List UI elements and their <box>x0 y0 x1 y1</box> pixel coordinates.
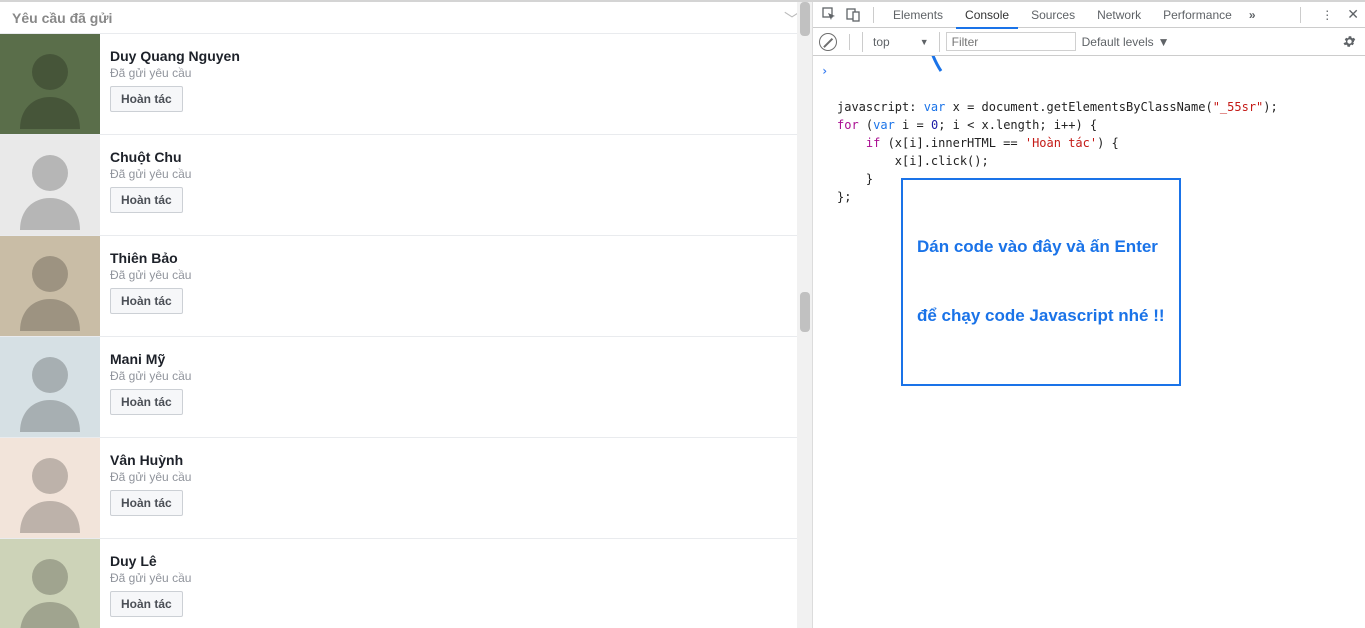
page-inner: Yêu cầu đã gửi ﹀ Duy Quang Nguyen Đã gửi … <box>0 2 812 628</box>
log-levels-label: Default levels <box>1082 35 1154 49</box>
friend-info: Duy Lê Đã gửi yêu cầu Hoàn tác <box>100 539 201 627</box>
friend-request-item: Vân Huỳnh Đã gửi yêu cầu Hoàn tác <box>0 438 812 539</box>
friend-name[interactable]: Vân Huỳnh <box>110 452 191 468</box>
friend-name[interactable]: Thiên Bảo <box>110 250 191 266</box>
page-scrollbar-thumb[interactable] <box>800 292 810 332</box>
code-token: var <box>873 118 895 132</box>
instruction-annotation: Dán code vào đây và ấn Enter để chạy cod… <box>901 178 1181 386</box>
friend-request-list: Duy Quang NguyenĐã gửi yêu cầuHoàn tácCh… <box>0 34 812 628</box>
avatar[interactable] <box>0 337 100 437</box>
devtools-tabbar: Elements Console Sources Network Perform… <box>813 2 1365 28</box>
code-token: x = document.getElementsByClassName( <box>945 100 1212 114</box>
code-token: var <box>924 100 946 114</box>
friend-name[interactable]: Chuột Chu <box>110 149 191 165</box>
clear-console-icon[interactable] <box>819 33 837 51</box>
dropdown-triangle-icon: ▼ <box>920 37 929 47</box>
friend-name[interactable]: Mani Mỹ <box>110 351 191 367</box>
code-token: x[i].click(); <box>837 154 989 168</box>
console-prompt-icon: › <box>821 62 828 80</box>
code-token: ) { <box>1097 136 1119 150</box>
tab-elements[interactable]: Elements <box>884 2 952 28</box>
avatar[interactable] <box>0 34 100 134</box>
friend-request-item: Chuột Chu Đã gửi yêu cầu Hoàn tác <box>0 135 812 236</box>
undo-button[interactable]: Hoàn tác <box>110 86 183 112</box>
friend-request-item: Thiên Bảo Đã gửi yêu cầu Hoàn tác <box>0 236 812 337</box>
tab-sources[interactable]: Sources <box>1022 2 1084 28</box>
code-token: ); <box>1263 100 1277 114</box>
code-token: (x[i].innerHTML == <box>880 136 1025 150</box>
friend-request-item: Duy Quang Nguyen Đã gửi yêu cầu Hoàn tác <box>0 34 812 135</box>
devtools-panel: Elements Console Sources Network Perform… <box>813 2 1365 628</box>
friend-info: Chuột Chu Đã gửi yêu cầu Hoàn tác <box>100 135 201 223</box>
web-page: Yêu cầu đã gửi ﹀ Duy Quang Nguyen Đã gửi … <box>0 2 813 628</box>
code-token: javascript: <box>837 100 924 114</box>
tab-performance[interactable]: Performance <box>1154 2 1241 28</box>
undo-button[interactable]: Hoàn tác <box>110 490 183 516</box>
annotation-line: Dán code vào đây và ấn Enter <box>917 236 1165 259</box>
undo-button[interactable]: Hoàn tác <box>110 187 183 213</box>
code-token: 'Hoàn tác' <box>1025 136 1097 150</box>
kebab-menu-icon[interactable]: ⋮ <box>1317 5 1337 25</box>
inspect-element-icon[interactable] <box>819 5 839 25</box>
annotation-line: để chạy code Javascript nhé !! <box>917 305 1165 328</box>
undo-button[interactable]: Hoàn tác <box>110 591 183 617</box>
code-token: ( <box>859 118 873 132</box>
request-status: Đã gửi yêu cầu <box>110 167 191 181</box>
separator <box>873 7 874 23</box>
panel-title: Yêu cầu đã gửi <box>12 10 784 26</box>
friend-name[interactable]: Duy Quang Nguyen <box>110 48 240 64</box>
separator <box>849 34 850 50</box>
request-status: Đã gửi yêu cầu <box>110 571 191 585</box>
code-token: if <box>837 136 880 150</box>
request-status: Đã gửi yêu cầu <box>110 268 191 282</box>
console-filter-input[interactable] <box>946 32 1076 51</box>
avatar[interactable] <box>0 438 100 538</box>
gear-icon[interactable] <box>1339 32 1359 52</box>
separator <box>1300 7 1301 23</box>
friend-request-item: Duy Lê Đã gửi yêu cầu Hoàn tác <box>0 539 812 628</box>
code-token: ; i < x.length; i++) { <box>938 118 1097 132</box>
dropdown-triangle-icon: ▼ <box>1158 35 1170 49</box>
undo-button[interactable]: Hoàn tác <box>110 288 183 314</box>
friend-request-item: Mani Mỹ Đã gửi yêu cầu Hoàn tác <box>0 337 812 438</box>
code-token: }; <box>837 190 851 204</box>
device-toolbar-icon[interactable] <box>843 5 863 25</box>
close-icon[interactable]: ✕ <box>1347 6 1359 23</box>
avatar[interactable] <box>0 236 100 336</box>
context-selector[interactable]: top ▼ <box>862 32 940 52</box>
panel-header[interactable]: Yêu cầu đã gửi ﹀ <box>0 2 812 34</box>
annotation-arrow <box>911 56 951 76</box>
undo-button[interactable]: Hoàn tác <box>110 389 183 415</box>
avatar[interactable] <box>0 539 100 628</box>
tab-network[interactable]: Network <box>1088 2 1150 28</box>
code-token: "_55sr" <box>1213 100 1264 114</box>
code-token: for <box>837 118 859 132</box>
console-toolbar: top ▼ Default levels ▼ <box>813 28 1365 56</box>
console-body[interactable]: › javascript: var x = document.getElemen… <box>813 56 1365 628</box>
request-status: Đã gửi yêu cầu <box>110 66 240 80</box>
page-scrollbar-thumb[interactable] <box>800 2 810 36</box>
page-scrollbar-track[interactable] <box>797 2 812 628</box>
friend-info: Vân Huỳnh Đã gửi yêu cầu Hoàn tác <box>100 438 201 526</box>
log-levels-selector[interactable]: Default levels ▼ <box>1082 35 1170 49</box>
devtools-right-controls: ⋮ ✕ <box>1294 5 1359 25</box>
friend-info: Thiên Bảo Đã gửi yêu cầu Hoàn tác <box>100 236 201 324</box>
code-token: i = <box>895 118 931 132</box>
request-status: Đã gửi yêu cầu <box>110 369 191 383</box>
avatar[interactable] <box>0 135 100 235</box>
friend-info: Duy Quang Nguyen Đã gửi yêu cầu Hoàn tác <box>100 34 250 122</box>
app-root: Yêu cầu đã gửi ﹀ Duy Quang Nguyen Đã gửi … <box>0 0 1365 628</box>
friend-info: Mani Mỹ Đã gửi yêu cầu Hoàn tác <box>100 337 201 425</box>
tab-console[interactable]: Console <box>956 2 1018 28</box>
context-label: top <box>873 35 890 49</box>
tabs-overflow-icon[interactable]: » <box>1249 8 1256 22</box>
code-token: } <box>837 172 873 186</box>
friend-name[interactable]: Duy Lê <box>110 553 191 569</box>
request-status: Đã gửi yêu cầu <box>110 470 191 484</box>
